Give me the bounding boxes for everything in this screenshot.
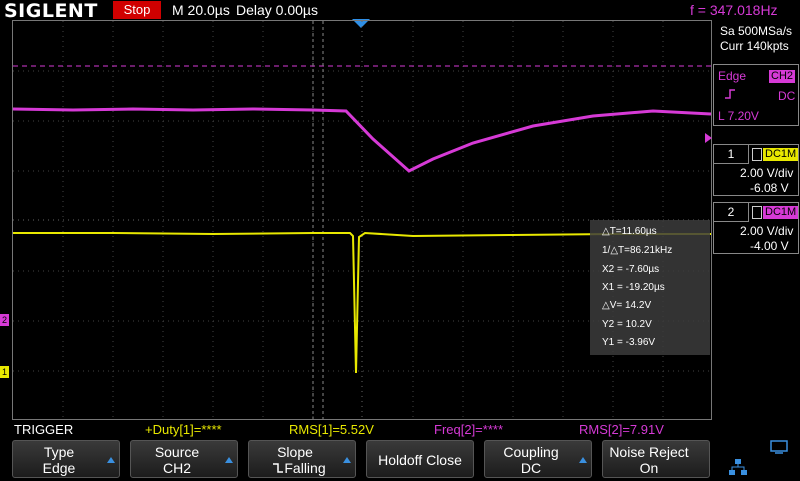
chevron-up-icon [579,457,587,463]
delay-readout: Delay 0.00µs [236,2,318,18]
ch2-offset-marker[interactable]: 2 [0,314,9,326]
cursor-y2: Y2 = 10.2V [602,319,652,330]
trigger-level: L 7.20V [718,109,759,123]
bandwidth-icon [752,206,762,219]
ch2-offset: -4.00 V [750,239,789,253]
chevron-up-icon [107,457,115,463]
trigger-info-panel[interactable]: Edge CH2 DC L 7.20V [713,64,799,126]
cursor-delta-v: △V= 14.2V [602,300,652,311]
run-stop-indicator[interactable]: Stop [113,1,161,19]
ch1-offset: -6.08 V [750,181,789,195]
trigger-coupling: DC [778,89,796,103]
cursor-delta-t: △T=11.60µs [602,226,657,237]
cursor-readout-panel: △T=11.60µs 1/△T=86.21kHz X2 = -7.60µs X1… [590,220,710,355]
softkey-noise-reject[interactable]: Noise Reject On [602,440,710,478]
trigger-source-badge: CH2 [769,70,796,83]
timebase-readout: M 20.0µs [172,2,230,18]
ch1-info-panel[interactable]: 1 DC1M 2.00 V/div -6.08 V [713,144,799,196]
bandwidth-icon [752,148,762,161]
frequency-counter: f = 347.018Hz [690,2,778,18]
brand-logo: SIGLENT [4,0,98,22]
cursor-inv-delta-t: 1/△T=86.21kHz [602,245,673,256]
falling-edge-icon [273,463,284,473]
measure-rms-ch2: RMS[2]=7.91V [579,422,664,437]
softkey-slope[interactable]: Slope Falling [248,440,356,478]
ch1-coupling-badge: DC1M [763,148,799,161]
softkey-source[interactable]: Source CH2 [130,440,238,478]
ch1-number: 1 [714,145,749,164]
rising-edge-icon [724,87,736,99]
ch2-info-panel[interactable]: 2 DC1M 2.00 V/div -4.00 V [713,202,799,254]
measure-duty-ch1: +Duty[1]=**** [145,422,222,437]
menu-title: TRIGGER [14,422,74,437]
measure-freq-ch2: Freq[2]=**** [434,422,504,437]
memory-depth: Curr 140kpts [720,39,789,53]
chevron-up-icon [343,457,351,463]
network-icon [728,458,748,476]
cursor-x1: X1 = -19.20µs [602,282,665,293]
ch2-scale: 2.00 V/div [740,224,794,238]
trigger-type: Edge [718,69,747,83]
ch2-coupling-badge: DC1M [763,206,799,219]
cursor-x2: X2 = -7.60µs [602,264,660,275]
ch1-scale: 2.00 V/div [740,166,794,180]
usb-device-icon [770,440,788,454]
ch1-offset-marker[interactable]: 1 [0,366,9,378]
measure-rms-ch1: RMS[1]=5.52V [289,422,374,437]
sample-rate: Sa 500MSa/s [720,24,793,38]
cursor-y1: Y1 = -3.96V [602,337,656,348]
trigger-level-marker-icon[interactable] [705,133,712,143]
ch2-number: 2 [714,203,749,222]
softkey-holdoff[interactable]: Holdoff Close [366,440,474,478]
softkey-type[interactable]: Type Edge [12,440,120,478]
softkey-coupling[interactable]: Coupling DC [484,440,592,478]
chevron-up-icon [225,457,233,463]
